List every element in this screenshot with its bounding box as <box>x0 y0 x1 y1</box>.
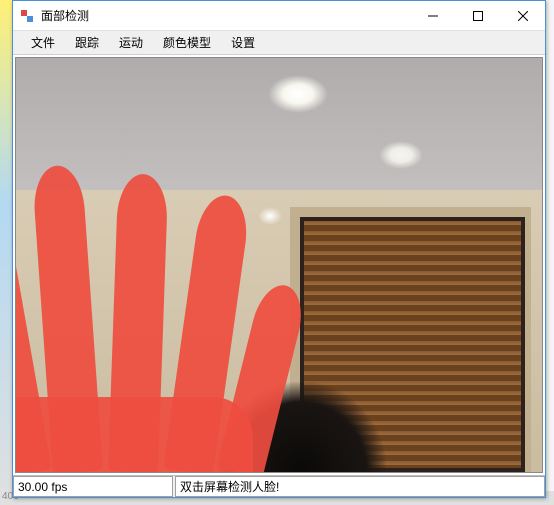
video-canvas[interactable] <box>15 57 543 473</box>
scene-light <box>379 141 423 169</box>
status-fps: 30.00 fps <box>13 476 173 497</box>
app-icon <box>19 8 35 24</box>
video-scene <box>16 58 542 472</box>
menu-track[interactable]: 跟踪 <box>65 30 109 55</box>
scene-reflection <box>258 207 282 225</box>
window-title: 面部检测 <box>41 7 410 24</box>
titlebar[interactable]: 面部检测 <box>13 1 545 31</box>
menu-color-model[interactable]: 颜色模型 <box>153 30 221 55</box>
close-button[interactable] <box>500 1 545 30</box>
scene-head <box>216 382 386 472</box>
menubar: 文件 跟踪 运动 颜色模型 设置 <box>13 31 545 55</box>
editor-bg-left <box>0 0 12 505</box>
menu-settings[interactable]: 设置 <box>221 30 265 55</box>
window-controls <box>410 1 545 30</box>
minimize-button[interactable] <box>410 1 455 30</box>
status-message: 双击屏幕检测人脸! <box>175 476 545 497</box>
editor-bg-right <box>546 0 554 505</box>
menu-file[interactable]: 文件 <box>21 30 65 55</box>
app-window: 面部检测 文件 跟踪 运动 颜色模型 设置 <box>12 0 546 498</box>
maximize-icon <box>473 11 483 21</box>
statusbar: 30.00 fps 双击屏幕检测人脸! <box>13 475 545 497</box>
minimize-icon <box>428 11 438 21</box>
maximize-button[interactable] <box>455 1 500 30</box>
menu-motion[interactable]: 运动 <box>109 30 153 55</box>
close-icon <box>518 11 528 21</box>
scene-light <box>268 75 328 113</box>
